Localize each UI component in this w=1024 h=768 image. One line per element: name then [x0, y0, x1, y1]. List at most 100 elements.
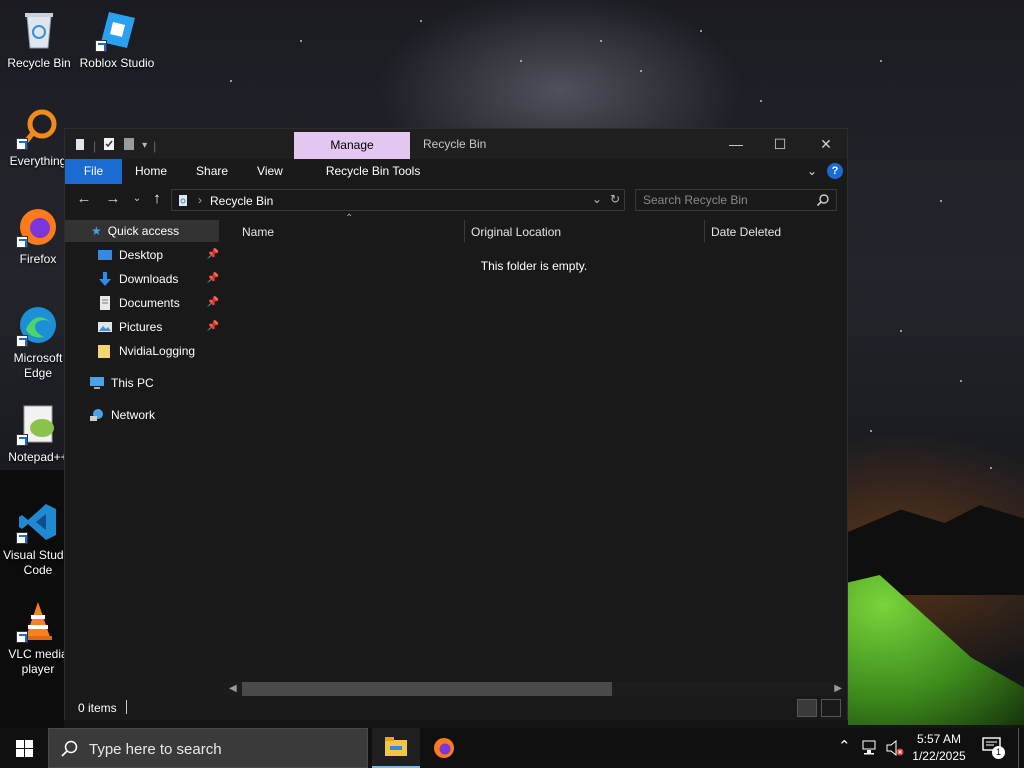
nav-desktop[interactable]: Desktop 📌 — [97, 244, 219, 266]
tab-share[interactable]: Share — [180, 159, 241, 184]
sort-ascending-icon: ⌃ — [345, 213, 354, 224]
address-bar[interactable]: › Recycle Bin ⌄ ↻ — [171, 189, 625, 211]
toolbar-divider: | — [93, 138, 97, 153]
volume-muted-icon[interactable] — [886, 739, 904, 759]
quick-access-toolbar: | ▾ | — [73, 137, 156, 154]
up-arrow-icon[interactable]: ↑ — [147, 190, 167, 207]
navigation-bar: ← → ⌄ ↑ › Recycle Bin ⌄ ↻ — [65, 184, 847, 216]
expand-ribbon-chevron-icon[interactable]: ⌄ — [807, 164, 817, 178]
column-header-date-deleted[interactable]: Date Deleted — [711, 225, 781, 239]
pin-icon[interactable]: 📌 — [207, 316, 219, 338]
column-divider[interactable] — [704, 220, 705, 242]
vlc-cone-icon — [16, 599, 60, 643]
refresh-icon[interactable]: ↻ — [610, 192, 620, 206]
shortcut-arrow-icon — [16, 532, 28, 544]
nav-quick-access[interactable]: ★ Quick access — [65, 220, 219, 242]
properties-icon[interactable] — [102, 137, 116, 154]
column-header-original-location[interactable]: Original Location — [471, 225, 561, 239]
notification-badge: 1 — [992, 746, 1005, 759]
pin-icon[interactable]: 📌 — [207, 292, 219, 314]
tab-view[interactable]: View — [241, 159, 296, 184]
tab-file[interactable]: File — [65, 159, 122, 184]
horizontal-scrollbar[interactable]: ◀ ▶ — [224, 682, 844, 696]
minimize-button[interactable]: — — [713, 129, 759, 159]
shortcut-arrow-icon — [16, 631, 28, 643]
new-folder-icon[interactable] — [122, 137, 136, 154]
shortcut-arrow-icon — [16, 138, 28, 150]
everything-search-icon — [16, 106, 60, 150]
folder-icon — [97, 343, 113, 359]
firefox-icon — [16, 204, 60, 248]
nav-downloads[interactable]: Downloads 📌 — [97, 268, 219, 290]
shortcut-arrow-icon — [16, 236, 28, 248]
breadcrumb[interactable]: Recycle Bin — [210, 194, 273, 208]
status-divider — [126, 700, 127, 714]
help-icon[interactable]: ? — [827, 163, 843, 179]
customize-qat-icon[interactable]: ▾ — [142, 140, 147, 151]
search-input[interactable] — [636, 190, 812, 210]
nav-this-pc[interactable]: This PC — [89, 372, 219, 394]
start-button[interactable] — [0, 728, 48, 768]
search-icon[interactable] — [816, 193, 830, 210]
pictures-icon — [97, 319, 113, 335]
clock-time: 5:57 AM — [916, 732, 962, 746]
close-button[interactable]: ✕ — [803, 129, 849, 159]
column-divider[interactable] — [464, 220, 465, 242]
taskbar: Type here to search ⌃ 5:57 AM 1/22/2025 … — [0, 728, 1024, 768]
details-view-button[interactable] — [797, 699, 817, 717]
file-explorer-icon — [385, 737, 407, 756]
recycle-bin-small-icon — [73, 137, 87, 154]
empty-folder-message: This folder is empty. — [480, 259, 588, 273]
taskbar-file-explorer[interactable] — [372, 728, 420, 768]
address-dropdown-icon[interactable]: ⌄ — [592, 192, 602, 206]
windows-logo-icon — [16, 740, 33, 757]
forward-arrow-icon[interactable]: → — [103, 190, 123, 207]
maximize-button[interactable]: ☐ — [757, 129, 803, 159]
recent-locations-chevron-icon[interactable]: ⌄ — [127, 193, 147, 204]
manage-contextual-tab[interactable]: Manage — [294, 132, 410, 159]
search-box[interactable] — [635, 189, 837, 211]
scrollbar-thumb[interactable] — [242, 682, 612, 696]
taskbar-firefox[interactable] — [420, 728, 468, 768]
explorer-body: ★ Quick access Desktop 📌 Downloads 📌 Doc… — [65, 213, 847, 696]
scroll-left-icon[interactable]: ◀ — [229, 682, 237, 696]
pin-icon[interactable]: 📌 — [207, 244, 219, 266]
desktop-icon-recycle-bin[interactable]: Recycle Bin — [0, 8, 79, 71]
nav-nvidialogging[interactable]: NvidiaLogging — [97, 340, 219, 362]
title-bar[interactable]: | ▾ | Manage Recycle Bin — ☐ ✕ — [65, 129, 847, 159]
desktop-icon-roblox-studio[interactable]: Roblox Studio — [77, 8, 157, 71]
pin-icon[interactable]: 📌 — [207, 268, 219, 290]
toolbar-divider: | — [153, 138, 157, 153]
nav-documents[interactable]: Documents 📌 — [97, 292, 219, 314]
notepad-plus-plus-icon — [16, 402, 60, 446]
roblox-studio-icon — [95, 8, 139, 52]
file-list: ⌃ Name Original Location Date Deleted Th… — [221, 213, 847, 696]
scroll-right-icon[interactable]: ▶ — [834, 682, 842, 696]
large-icons-view-button[interactable] — [821, 699, 841, 717]
explorer-window: | ▾ | Manage Recycle Bin — ☐ ✕ File Home… — [64, 128, 848, 720]
nav-pictures[interactable]: Pictures 📌 — [97, 316, 219, 338]
shortcut-arrow-icon — [16, 434, 28, 446]
star-icon: ★ — [91, 224, 102, 238]
tab-recycle-bin-tools[interactable]: Recycle Bin Tools — [296, 159, 434, 184]
system-clock[interactable]: 5:57 AM 1/22/2025 — [904, 731, 974, 765]
item-count: 0 items — [78, 701, 117, 715]
vscode-icon — [16, 500, 60, 544]
breadcrumb-chevron-icon[interactable]: › — [198, 193, 202, 207]
show-hidden-icons-chevron-icon[interactable]: ⌃ — [838, 737, 851, 755]
computer-icon — [89, 375, 105, 391]
show-desktop-button[interactable] — [1018, 728, 1024, 768]
edge-icon — [16, 303, 60, 347]
clock-date: 1/22/2025 — [912, 749, 966, 763]
network-status-icon[interactable] — [862, 740, 880, 759]
back-arrow-icon[interactable]: ← — [74, 190, 94, 207]
ribbon-tabs: File Home Share View Recycle Bin Tools ⌄… — [65, 159, 847, 184]
downloads-arrow-icon — [97, 271, 113, 287]
window-title: Recycle Bin — [423, 137, 487, 151]
action-center-button[interactable]: 1 — [982, 737, 1006, 759]
nav-network[interactable]: Network — [89, 404, 219, 426]
column-header-name[interactable]: Name — [242, 225, 274, 239]
tab-home[interactable]: Home — [122, 159, 180, 184]
desktop-folder-icon — [97, 247, 113, 263]
taskbar-search-box[interactable]: Type here to search — [48, 728, 368, 768]
